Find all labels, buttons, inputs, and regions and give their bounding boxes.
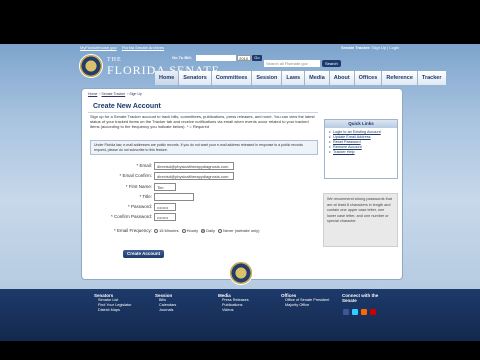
title-row: * Title: [90, 192, 318, 202]
first-name-row: * First Name: Tim [90, 182, 318, 192]
youtube-icon[interactable] [370, 309, 376, 315]
password-confirm-row: * Confirm Password: •••••••• [90, 212, 318, 222]
footer-seal-logo [229, 261, 253, 285]
email-frequency-row: * Email Frequency: 15 Minutes Hourly Dai… [90, 227, 318, 235]
tracker-signup-link[interactable]: Sign Up [372, 45, 386, 50]
bill-search: Go To Bill: 2010 Go [172, 55, 262, 61]
footer-link[interactable]: Majority Office [281, 303, 329, 308]
main-nav: Home Senators Committees Session Laws Me… [155, 71, 446, 85]
breadcrumb-current: Sign Up [129, 92, 142, 96]
tracker-login-link[interactable]: Login [389, 45, 399, 50]
password-label: * Password: [127, 204, 152, 209]
freq-option-label: Never (website only) [223, 228, 260, 233]
nav-reference[interactable]: Reference [382, 71, 418, 85]
facebook-icon[interactable] [343, 309, 349, 315]
freq-option-hourly[interactable]: Hourly [181, 228, 199, 233]
password-confirm-input[interactable]: •••••••• [154, 213, 176, 221]
email-input[interactable]: directsd@physicaltherapydiagnosis.com [154, 162, 234, 170]
nav-committees[interactable]: Committees [211, 71, 253, 85]
bill-search-label: Go To Bill: [172, 55, 192, 61]
page-title: Create New Account [93, 103, 161, 110]
site-search-input[interactable]: Search all Flsenate.gov [264, 60, 320, 68]
twitter-icon[interactable] [352, 309, 358, 315]
browser-viewport: MyFloridaHouse.gov Florida Senate Archiv… [0, 0, 480, 360]
create-account-button[interactable]: Create Account [123, 250, 165, 258]
intro-text: Sign up for a Senate Tracker account to … [90, 114, 315, 129]
senate-seal-logo[interactable] [79, 54, 103, 78]
footer-senators: Senators Senator List Find Your Legislat… [94, 293, 132, 313]
letterbox-top [0, 0, 480, 44]
public-records-notice: Under Florida law, e-mail addresses are … [90, 140, 318, 155]
breadcrumb-tracker[interactable]: Senate Tracker [101, 92, 125, 96]
password-confirm-label: * Confirm Password: [110, 214, 152, 219]
first-name-label: * First Name: [125, 184, 152, 189]
radio-selected-icon[interactable] [201, 228, 206, 233]
footer-session: Session Bills Calendars Journals [155, 293, 176, 313]
freq-option-label: 15 Minutes [159, 228, 179, 233]
nav-home[interactable]: Home [155, 71, 180, 85]
first-name-input[interactable]: Tim [154, 183, 176, 191]
email-confirm-input[interactable]: directsd@physicaltherapydiagnosis.com [154, 172, 234, 180]
nav-laws[interactable]: Laws [282, 71, 306, 85]
footer-link[interactable]: Journals [155, 308, 176, 313]
tracker-links: Senate Tracker: Sign Up | Login [341, 45, 400, 50]
tracker-label: Senate Tracker: [341, 45, 371, 50]
myfloridahouse-link[interactable]: MyFloridaHouse.gov [80, 45, 117, 50]
bill-number-input[interactable] [196, 55, 237, 61]
freq-option-label: Hourly [186, 228, 199, 233]
nav-about[interactable]: About [329, 71, 355, 85]
bill-go-button[interactable]: Go [252, 55, 262, 61]
radio-icon[interactable] [218, 228, 223, 233]
email-frequency-label: * Email Frequency: [113, 228, 152, 233]
footer-offices: Offices Office of Senate President Major… [281, 293, 329, 308]
radio-icon[interactable] [181, 228, 186, 233]
bill-year-select[interactable]: 2010 [237, 55, 252, 61]
email-frequency-options: 15 Minutes Hourly Daily Never (website o… [154, 228, 260, 233]
quick-link-tracker-help[interactable]: Tracker Help [329, 150, 393, 155]
utility-links: MyFloridaHouse.gov Florida Senate Archiv… [80, 45, 168, 50]
nav-tracker[interactable]: Tracker [417, 71, 446, 85]
freq-option-label: Daily [206, 228, 216, 233]
quick-links-title: Quick Links [325, 120, 397, 128]
breadcrumb: Home › Senate Tracker › Sign Up [88, 92, 142, 96]
nav-senators[interactable]: Senators [179, 71, 212, 85]
utility-bar: MyFloridaHouse.gov Florida Senate Archiv… [0, 44, 480, 52]
freq-option-15min[interactable]: 15 Minutes [154, 228, 179, 233]
freq-option-daily[interactable]: Daily [201, 228, 215, 233]
social-icons [343, 309, 376, 315]
content-panel: Home › Senate Tracker › Sign Up Create New… [81, 88, 403, 280]
footer-connect-title: Connect with the Senate [342, 293, 379, 303]
email-confirm-row: * Email Confirm: directsd@physicaltherap… [90, 171, 318, 181]
site-footer: Senators Senator List Find Your Legislat… [0, 289, 480, 341]
password-input[interactable]: •••••••• [154, 203, 176, 211]
nav-session[interactable]: Session [252, 71, 283, 85]
rss-icon[interactable] [361, 309, 367, 315]
senate-archives-link[interactable]: Florida Senate Archives [122, 45, 164, 50]
nav-offices[interactable]: Offices [354, 71, 383, 85]
email-row: * Email: directsd@physicaltherapydiagnos… [90, 161, 318, 171]
password-row: * Password: •••••••• [90, 202, 318, 212]
nav-media[interactable]: Media [305, 71, 330, 85]
title-input[interactable] [154, 193, 194, 201]
footer-connect: Connect with the Senate [342, 293, 382, 303]
footer-link[interactable]: Videos [218, 308, 249, 313]
site-search-button[interactable]: Search [322, 60, 341, 68]
footer-media: Media Press Releases Publications Videos [218, 293, 249, 313]
radio-icon[interactable] [154, 228, 158, 233]
title-divider [88, 112, 318, 113]
breadcrumb-home[interactable]: Home [88, 92, 97, 96]
quick-links-list: Login to an Existing Account Update Emai… [325, 128, 397, 157]
email-label: * Email: [136, 163, 152, 168]
password-tip: We recommend strong passwords that are a… [323, 193, 398, 247]
letterbox-bottom [0, 341, 480, 360]
title-label: * Title: [139, 194, 152, 199]
footer-link[interactable]: District Maps [94, 308, 132, 313]
freq-option-never[interactable]: Never (website only) [218, 228, 260, 233]
email-confirm-label: * Email Confirm: [119, 173, 152, 178]
quick-links-box: Quick Links Login to an Existing Account… [324, 119, 398, 179]
